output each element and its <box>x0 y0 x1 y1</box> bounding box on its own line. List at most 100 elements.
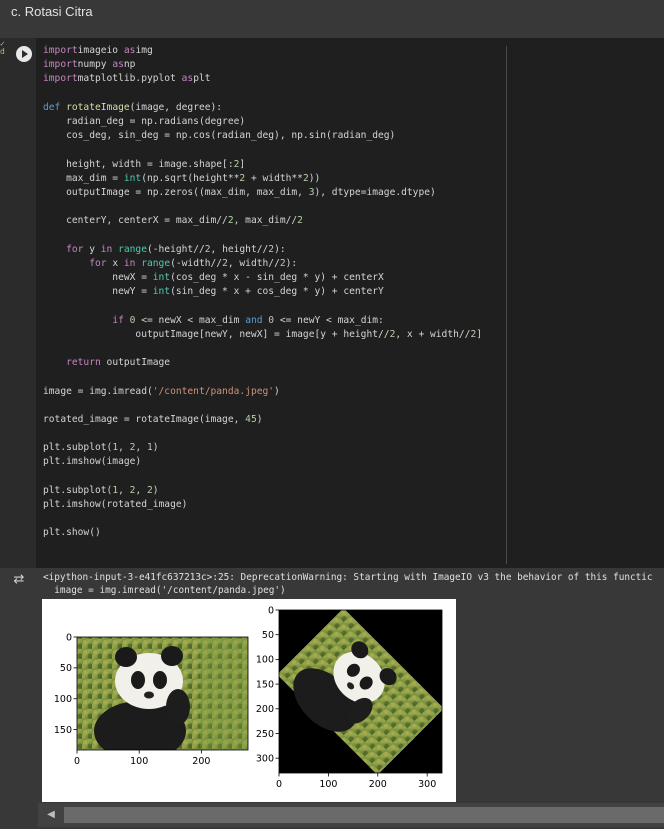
code-token: newX = <box>43 272 153 283</box>
warning-line: image = img.imread('/content/panda.jpeg'… <box>43 585 286 596</box>
code-line: image = img.imread('/content/panda.jpeg'… <box>43 385 482 399</box>
code-token: for <box>89 257 107 269</box>
code-token: <= newX < max_dim <box>135 314 246 326</box>
x-tick-label: 200 <box>369 779 387 790</box>
code-line: plt.imshow(image) <box>43 455 482 469</box>
code-token: x <box>106 257 124 269</box>
code-line: cos_deg, sin_deg = np.cos(radian_deg), n… <box>43 129 482 143</box>
y-tick-label: 300 <box>256 753 274 764</box>
code-token: plt <box>193 73 211 85</box>
code-ruler <box>506 46 507 564</box>
code-token: y <box>83 243 101 255</box>
code-line: plt.subplot(1, 2, 1) <box>43 441 482 455</box>
x-tick-label: 0 <box>276 779 282 790</box>
code-token: outputImage <box>100 357 171 369</box>
code-token: ] <box>239 158 246 170</box>
code-token: <= newY < max_dim: <box>274 314 384 326</box>
code-token: img <box>135 45 153 56</box>
code-token: imageio <box>77 45 124 56</box>
run-cell-button[interactable] <box>16 46 32 62</box>
code-token: ) <box>256 413 263 425</box>
code-token: , <box>135 484 147 496</box>
code-token: plt.imshow(image) <box>43 456 142 468</box>
code-line: outputImage = np.zeros((max_dim, max_dim… <box>43 186 482 200</box>
code-line: for y in range(-height//2, height//2): <box>43 243 482 257</box>
code-token: image = img.imread( <box>43 385 153 397</box>
x-tick-label: 0 <box>74 756 80 767</box>
code-token: cos_deg, sin_deg = np.cos(radian_deg), n… <box>43 130 396 142</box>
code-token: , height// <box>210 243 269 255</box>
code-token: int <box>152 272 171 283</box>
code-token: , <box>135 442 147 454</box>
code-line: height, width = image.shape[:2] <box>43 158 482 172</box>
code-token: int <box>152 286 171 298</box>
code-token: range <box>135 257 171 269</box>
code-line: if 0 <= newX < max_dim and 0 <= newY < m… <box>43 314 482 328</box>
code-token: radian_deg = np.radians(degree) <box>43 115 246 127</box>
code-token: range <box>112 243 147 255</box>
code-token: height, width = image.shape[: <box>43 158 234 170</box>
cell-status-icon: ✓ d <box>0 39 5 56</box>
y-tick-label: 100 <box>256 655 274 666</box>
y-tick-label: 50 <box>262 630 274 641</box>
code-token: np <box>123 59 136 71</box>
code-line: max_dim = int(np.sqrt(height**2 + width*… <box>43 172 482 186</box>
arrow-left-icon[interactable]: ◀ <box>42 806 60 824</box>
code-token: numpy <box>77 59 113 71</box>
code-token: max_dim = <box>43 172 124 184</box>
code-token: 45 <box>245 413 257 425</box>
code-token: plt.subplot( <box>43 442 113 454</box>
code-token: ) <box>274 385 280 397</box>
y-tick-label: 50 <box>60 663 72 674</box>
code-token: rotated_image = rotateImage(image, <box>43 413 246 425</box>
code-token: , <box>118 442 130 454</box>
code-token: , width// <box>227 257 280 269</box>
code-token: (-width// <box>170 257 223 269</box>
code-token: '/content/panda.jpeg' <box>152 385 275 397</box>
code-token: + width** <box>245 172 303 184</box>
figure-svg: 0 100 200050100150 0 100 200 30005010015… <box>54 605 443 790</box>
y-tick-label: 250 <box>256 729 274 740</box>
code-token: (sin_deg * x + cos_deg * y) + centerY <box>170 286 384 298</box>
x-tick-label: 300 <box>418 779 436 790</box>
code-token: , x + width// <box>395 328 471 340</box>
code-token: def <box>43 101 67 113</box>
code-token: as <box>181 73 194 85</box>
code-token: ] <box>476 328 482 340</box>
deprecation-warning: <ipython-input-3-e41fc637213c>:25: Depre… <box>43 571 653 597</box>
code-token: rotateImage <box>66 101 130 113</box>
code-token: import <box>43 45 78 56</box>
y-tick-label: 100 <box>54 694 72 705</box>
code-token: ): <box>285 257 298 269</box>
code-token: newY = <box>43 286 153 298</box>
code-line: newY = int(sin_deg * x + cos_deg * y) + … <box>43 285 482 299</box>
y-tick-label: 150 <box>54 725 72 736</box>
code-token: , max_dim// <box>233 215 298 227</box>
code-token: in <box>123 257 136 269</box>
code-line: def rotateImage(image, degree): <box>43 101 482 115</box>
code-line: plt.show() <box>43 526 482 540</box>
code-token: import <box>43 59 78 71</box>
code-line: radian_deg = np.radians(degree) <box>43 115 482 129</box>
code-token: (-height// <box>146 243 205 255</box>
output-gutter <box>0 568 36 829</box>
y-tick-label: 150 <box>256 679 274 690</box>
y-tick-label: 0 <box>268 605 274 616</box>
horizontal-scrollbar[interactable]: ◀ <box>38 803 664 827</box>
code-line: return outputImage <box>43 356 482 370</box>
code-token: and <box>245 314 263 326</box>
code-block[interactable]: importimageio asimg importnumpy asnp impor… <box>43 44 482 541</box>
code-token: 2 <box>297 215 303 227</box>
code-line: centerY, centerX = max_dim// 2, max_dim//… <box>43 214 482 228</box>
code-token: int <box>123 172 142 184</box>
output-collapse-icon[interactable]: ⇄ <box>10 572 28 588</box>
code-token: plt.show() <box>43 527 101 539</box>
code-line: plt.subplot(1, 2, 2) <box>43 484 482 498</box>
scrollbar-thumb[interactable] <box>64 807 664 823</box>
